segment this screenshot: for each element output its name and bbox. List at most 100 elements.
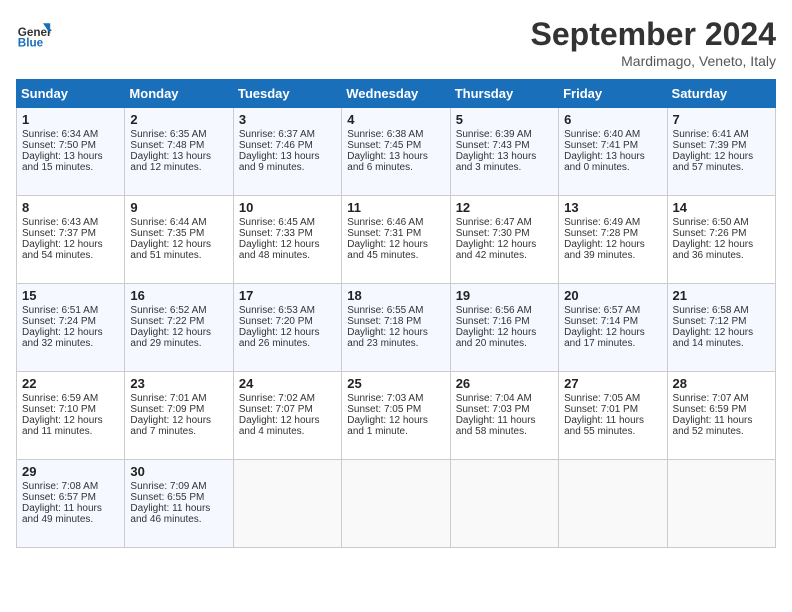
table-row	[450, 460, 558, 548]
day-info-line: and 29 minutes.	[130, 338, 227, 349]
day-info-line: Sunrise: 6:44 AM	[130, 217, 227, 228]
day-number: 11	[347, 200, 444, 215]
table-row: 20Sunrise: 6:57 AMSunset: 7:14 PMDayligh…	[559, 284, 667, 372]
day-number: 17	[239, 288, 336, 303]
day-info-line: Sunrise: 6:43 AM	[22, 217, 119, 228]
day-info-line: Sunrise: 6:50 AM	[673, 217, 770, 228]
day-info-line: Sunset: 7:43 PM	[456, 140, 553, 151]
day-info-line: Daylight: 12 hours	[347, 415, 444, 426]
title-block: September 2024 Mardimago, Veneto, Italy	[531, 16, 776, 69]
table-row: 6Sunrise: 6:40 AMSunset: 7:41 PMDaylight…	[559, 108, 667, 196]
day-info-line: Sunset: 7:30 PM	[456, 228, 553, 239]
calendar-table: Sunday Monday Tuesday Wednesday Thursday…	[16, 79, 776, 548]
day-info-line: and 0 minutes.	[564, 162, 661, 173]
day-info-line: Daylight: 13 hours	[130, 151, 227, 162]
day-number: 16	[130, 288, 227, 303]
day-info-line: Sunrise: 7:09 AM	[130, 481, 227, 492]
table-row: 26Sunrise: 7:04 AMSunset: 7:03 PMDayligh…	[450, 372, 558, 460]
day-number: 8	[22, 200, 119, 215]
day-info-line: and 26 minutes.	[239, 338, 336, 349]
page-header: General Blue September 2024 Mardimago, V…	[16, 16, 776, 69]
day-number: 30	[130, 464, 227, 479]
table-row: 10Sunrise: 6:45 AMSunset: 7:33 PMDayligh…	[233, 196, 341, 284]
day-number: 26	[456, 376, 553, 391]
day-info-line: Sunset: 7:26 PM	[673, 228, 770, 239]
day-info-line: Daylight: 13 hours	[564, 151, 661, 162]
calendar-row: 29Sunrise: 7:08 AMSunset: 6:57 PMDayligh…	[17, 460, 776, 548]
day-info-line: and 11 minutes.	[22, 426, 119, 437]
day-info-line: Daylight: 12 hours	[564, 239, 661, 250]
day-info-line: and 54 minutes.	[22, 250, 119, 261]
day-info-line: and 57 minutes.	[673, 162, 770, 173]
day-number: 14	[673, 200, 770, 215]
day-info-line: Sunrise: 6:38 AM	[347, 129, 444, 140]
month-title: September 2024	[531, 16, 776, 53]
table-row: 9Sunrise: 6:44 AMSunset: 7:35 PMDaylight…	[125, 196, 233, 284]
day-number: 5	[456, 112, 553, 127]
day-info-line: Sunrise: 6:47 AM	[456, 217, 553, 228]
day-info-line: Sunrise: 6:34 AM	[22, 129, 119, 140]
day-info-line: Daylight: 11 hours	[673, 415, 770, 426]
day-number: 19	[456, 288, 553, 303]
table-row: 13Sunrise: 6:49 AMSunset: 7:28 PMDayligh…	[559, 196, 667, 284]
day-info-line: Sunrise: 7:05 AM	[564, 393, 661, 404]
location-subtitle: Mardimago, Veneto, Italy	[531, 53, 776, 69]
table-row	[667, 460, 775, 548]
table-row	[342, 460, 450, 548]
day-info-line: Sunrise: 6:37 AM	[239, 129, 336, 140]
day-info-line: Daylight: 12 hours	[456, 327, 553, 338]
day-info-line: Daylight: 12 hours	[130, 327, 227, 338]
day-info-line: and 48 minutes.	[239, 250, 336, 261]
day-info-line: Daylight: 12 hours	[456, 239, 553, 250]
day-number: 20	[564, 288, 661, 303]
col-saturday: Saturday	[667, 80, 775, 108]
day-info-line: Sunrise: 6:55 AM	[347, 305, 444, 316]
calendar-row: 22Sunrise: 6:59 AMSunset: 7:10 PMDayligh…	[17, 372, 776, 460]
day-info-line: and 20 minutes.	[456, 338, 553, 349]
table-row: 24Sunrise: 7:02 AMSunset: 7:07 PMDayligh…	[233, 372, 341, 460]
table-row: 23Sunrise: 7:01 AMSunset: 7:09 PMDayligh…	[125, 372, 233, 460]
day-info-line: Sunset: 7:41 PM	[564, 140, 661, 151]
day-info-line: Daylight: 12 hours	[673, 151, 770, 162]
day-info-line: and 51 minutes.	[130, 250, 227, 261]
day-info-line: and 23 minutes.	[347, 338, 444, 349]
table-row: 30Sunrise: 7:09 AMSunset: 6:55 PMDayligh…	[125, 460, 233, 548]
day-info-line: Daylight: 13 hours	[347, 151, 444, 162]
table-row: 11Sunrise: 6:46 AMSunset: 7:31 PMDayligh…	[342, 196, 450, 284]
day-info-line: Sunset: 7:16 PM	[456, 316, 553, 327]
day-number: 3	[239, 112, 336, 127]
calendar-row: 15Sunrise: 6:51 AMSunset: 7:24 PMDayligh…	[17, 284, 776, 372]
table-row: 3Sunrise: 6:37 AMSunset: 7:46 PMDaylight…	[233, 108, 341, 196]
day-info-line: Daylight: 12 hours	[239, 327, 336, 338]
table-row: 18Sunrise: 6:55 AMSunset: 7:18 PMDayligh…	[342, 284, 450, 372]
table-row: 14Sunrise: 6:50 AMSunset: 7:26 PMDayligh…	[667, 196, 775, 284]
day-info-line: and 4 minutes.	[239, 426, 336, 437]
day-info-line: Sunrise: 7:04 AM	[456, 393, 553, 404]
day-info-line: Sunset: 7:46 PM	[239, 140, 336, 151]
day-number: 10	[239, 200, 336, 215]
day-info-line: Sunset: 7:12 PM	[673, 316, 770, 327]
day-info-line: Daylight: 12 hours	[564, 327, 661, 338]
day-info-line: Sunset: 7:03 PM	[456, 404, 553, 415]
table-row: 4Sunrise: 6:38 AMSunset: 7:45 PMDaylight…	[342, 108, 450, 196]
day-info-line: Daylight: 11 hours	[22, 503, 119, 514]
day-info-line: and 12 minutes.	[130, 162, 227, 173]
day-info-line: and 9 minutes.	[239, 162, 336, 173]
table-row: 5Sunrise: 6:39 AMSunset: 7:43 PMDaylight…	[450, 108, 558, 196]
calendar-header-row: Sunday Monday Tuesday Wednesday Thursday…	[17, 80, 776, 108]
day-info-line: Sunset: 7:39 PM	[673, 140, 770, 151]
day-number: 13	[564, 200, 661, 215]
day-info-line: and 55 minutes.	[564, 426, 661, 437]
day-number: 1	[22, 112, 119, 127]
day-info-line: and 32 minutes.	[22, 338, 119, 349]
day-info-line: Sunset: 7:37 PM	[22, 228, 119, 239]
calendar-row: 1Sunrise: 6:34 AMSunset: 7:50 PMDaylight…	[17, 108, 776, 196]
table-row: 28Sunrise: 7:07 AMSunset: 6:59 PMDayligh…	[667, 372, 775, 460]
day-number: 4	[347, 112, 444, 127]
day-number: 24	[239, 376, 336, 391]
day-info-line: Sunrise: 6:57 AM	[564, 305, 661, 316]
day-number: 27	[564, 376, 661, 391]
logo: General Blue	[16, 16, 52, 52]
day-number: 9	[130, 200, 227, 215]
svg-text:Blue: Blue	[18, 37, 44, 50]
